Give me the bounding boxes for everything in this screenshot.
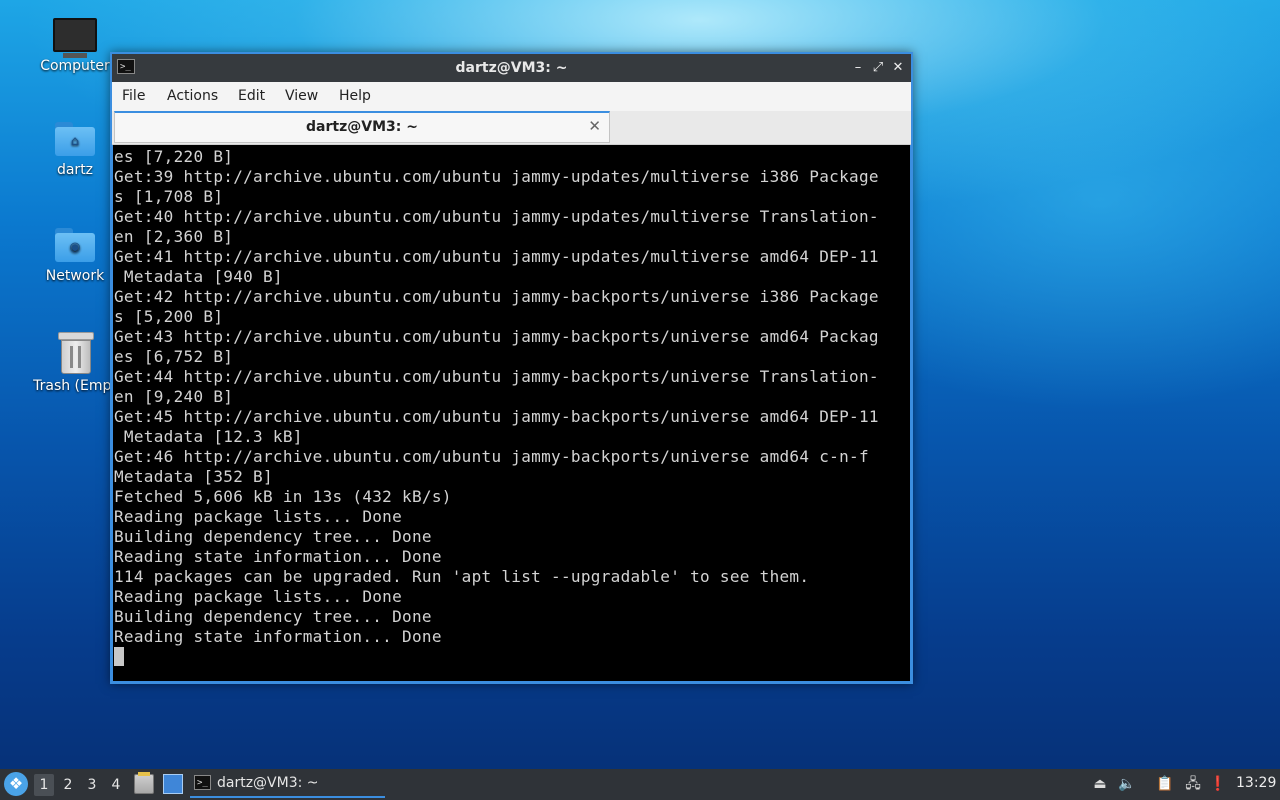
- taskbar-item-terminal[interactable]: >_ dartz@VM3: ~: [190, 771, 385, 798]
- close-button[interactable]: ✕: [889, 58, 907, 78]
- maximize-button[interactable]: ⤢: [869, 58, 887, 78]
- taskbar: ❖ 1 2 3 4 >_ dartz@VM3: ~ ⏏ 🔈 📋 🖧 ❗ 13:2…: [0, 769, 1280, 800]
- terminal-area[interactable]: es [7,220 B] Get:39 http://archive.ubunt…: [113, 145, 910, 681]
- network-folder-icon: ◉: [55, 228, 95, 262]
- window-titlebar[interactable]: >_ dartz@VM3: ~ – ⤢ ✕: [112, 54, 911, 82]
- workspace-2[interactable]: 2: [58, 774, 78, 796]
- clock[interactable]: 13:29: [1236, 775, 1276, 791]
- volume-icon[interactable]: 🔈: [1117, 774, 1137, 794]
- network-icon[interactable]: 🖧: [1183, 774, 1203, 794]
- menu-help[interactable]: Help: [339, 88, 371, 104]
- terminal-window: >_ dartz@VM3: ~ – ⤢ ✕ File Actions Edit …: [110, 52, 913, 684]
- trash-icon: [58, 332, 94, 374]
- terminal-cursor: [114, 647, 124, 666]
- file-manager-icon[interactable]: [134, 772, 154, 794]
- desktop-icon-label: dartz: [56, 162, 94, 178]
- home-folder-icon: ⌂: [55, 122, 95, 156]
- menu-view[interactable]: View: [285, 88, 318, 104]
- menu-bar: File Actions Edit View Help: [112, 82, 911, 111]
- taskbar-item-label: dartz@VM3: ~: [217, 775, 319, 791]
- workspace-1[interactable]: 1: [34, 774, 54, 796]
- update-notifier-icon[interactable]: ❗: [1208, 774, 1228, 794]
- desktop-icon-label: Trash (Empt: [33, 378, 117, 394]
- workspace-3[interactable]: 3: [82, 774, 102, 796]
- menu-edit[interactable]: Edit: [238, 88, 265, 104]
- start-menu-icon[interactable]: ❖: [4, 772, 28, 796]
- clipboard-icon[interactable]: 📋: [1155, 774, 1175, 794]
- menu-actions[interactable]: Actions: [167, 88, 218, 104]
- tab-terminal[interactable]: dartz@VM3: ~ ✕: [114, 111, 610, 143]
- menu-file[interactable]: File: [122, 88, 145, 104]
- terminal-output: es [7,220 B] Get:39 http://archive.ubunt…: [114, 147, 879, 646]
- window-title: dartz@VM3: ~: [455, 60, 568, 76]
- terminal-icon: >_: [194, 775, 211, 790]
- eject-icon[interactable]: ⏏: [1090, 774, 1110, 794]
- show-desktop-icon[interactable]: [163, 774, 183, 794]
- tab-close-icon[interactable]: ✕: [588, 117, 601, 135]
- workspace-4[interactable]: 4: [106, 774, 126, 796]
- minimize-button[interactable]: –: [849, 58, 867, 78]
- computer-icon: [53, 18, 97, 58]
- tab-label: dartz@VM3: ~: [306, 119, 418, 135]
- desktop-icon-label: Network: [45, 268, 105, 284]
- tab-bar: dartz@VM3: ~ ✕: [112, 111, 911, 145]
- desktop-icon-label: Computer: [40, 58, 110, 74]
